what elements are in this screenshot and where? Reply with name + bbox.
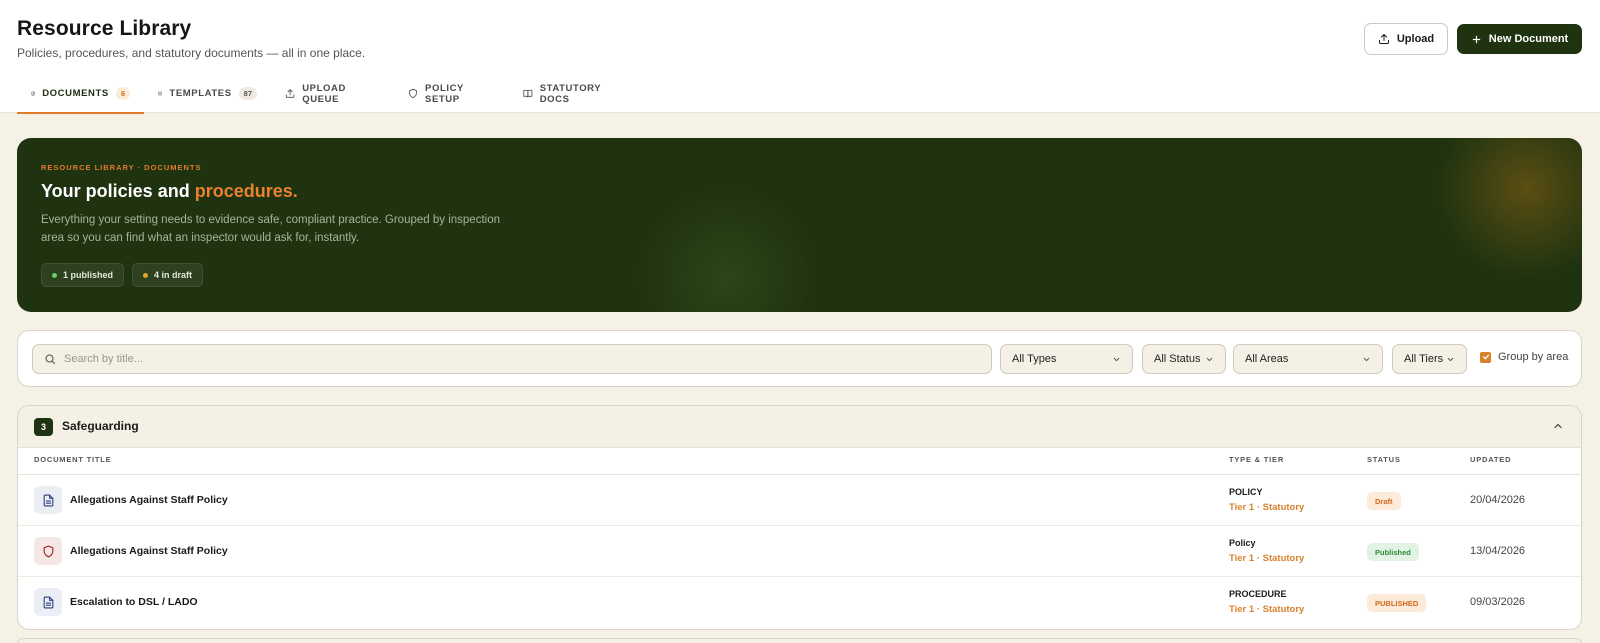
document-tier: Tier 1 · Statutory [1229,604,1305,615]
status-filter-select[interactable]: All Status [1142,344,1226,374]
document-tier: Tier 1 · Statutory [1229,502,1305,513]
tab-templates[interactable]: TEMPLATES 87 [144,80,271,113]
chevron-down-icon [1206,357,1213,361]
column-header-title[interactable]: DOCUMENT TITLE [34,455,111,464]
document-tier: Tier 1 · Statutory [1229,553,1305,564]
published-count-label: 1 published [63,270,114,280]
shield-icon [409,88,417,99]
search-input[interactable] [64,353,944,365]
tab-label: UPLOAD QUEUE [302,82,346,105]
tab-label: POLICY SETUP [425,82,464,105]
upload-icon [285,89,295,98]
book-icon [523,89,533,98]
type-filter-select[interactable]: All Types [1000,344,1133,374]
table-row[interactable]: Escalation to DSL / LADO PROCEDURE Tier … [18,577,1581,628]
shield-icon [34,537,62,565]
template-icon [158,91,163,96]
document-title[interactable]: Escalation to DSL / LADO [70,596,198,608]
updated-date: 09/03/2026 [1470,596,1526,608]
tab-policy-setup[interactable]: POLICY SETUP [394,80,509,113]
chevron-down-icon [1447,357,1454,361]
upload-button[interactable]: Upload [1364,23,1448,55]
page-header: Resource Library Policies, procedures, a… [0,0,1600,114]
upload-icon [1378,34,1389,44]
tab-label: STATUTORY DOCS [539,82,602,105]
document-icon [34,486,62,514]
upload-button-label: Upload [1396,33,1435,45]
search-icon [45,354,56,365]
group-by-area-checkbox[interactable] [1480,351,1491,363]
hero-stats: 1 published 4 in draft [41,263,204,287]
group-header[interactable]: 3 Safeguarding [18,406,1581,448]
check-icon [1482,354,1489,360]
page-title: Resource Library [17,17,192,40]
status-badge: Published [1367,543,1419,561]
search-box[interactable] [32,344,992,374]
document-icon [31,91,35,96]
page-subtitle: Policies, procedures, and statutory docu… [17,46,366,60]
table-row[interactable]: Allegations Against Staff Policy Policy … [18,526,1581,577]
tab-bar: DOCUMENTS 6 TEMPLATES 87 UPLOAD QUEUE PO… [17,80,637,114]
table-row[interactable]: Allegations Against Staff Policy POLICY … [18,475,1581,526]
updated-date: 20/04/2026 [1470,494,1526,506]
status-filter-value: All Status [1154,353,1201,365]
column-header-updated[interactable]: UPDATED [1470,455,1511,464]
column-header-type[interactable]: TYPE & TIER [1229,455,1284,464]
document-type: PROCEDURE [1229,589,1287,599]
type-filter-value: All Types [1012,353,1057,365]
tab-label: DOCUMENTS [42,88,109,99]
status-badge: PUBLISHED [1367,594,1427,612]
tab-statutory-docs[interactable]: STATUTORY DOCS [509,80,637,113]
hero-title: Your policies and procedures. [41,181,298,202]
tab-documents[interactable]: DOCUMENTS 6 [17,80,144,114]
group-by-area-label: Group by area [1498,351,1569,363]
document-group-safeguarding: 3 Safeguarding DOCUMENT TITLE TYPE & TIE… [17,405,1582,630]
new-document-button-label: New Document [1488,33,1569,45]
document-title[interactable]: Allegations Against Staff Policy [70,494,228,506]
filter-bar: All Types All Status All Areas All Tiers… [17,330,1582,387]
new-document-button[interactable]: New Document [1457,24,1582,54]
tab-count-badge: 6 [115,87,130,100]
tab-label: TEMPLATES [169,88,232,99]
status-badge: Draft [1367,492,1401,510]
group-by-area-toggle[interactable]: Group by area [1480,351,1568,363]
draft-count-pill: 4 in draft [132,263,204,287]
document-title[interactable]: Allegations Against Staff Policy [70,545,228,557]
hero-title-prefix: Your policies and [41,181,190,201]
chevron-down-icon [1363,357,1370,361]
hero-description: Everything your setting needs to evidenc… [41,214,500,244]
tier-filter-select[interactable]: All Tiers [1392,344,1467,374]
plus-icon [1472,35,1481,43]
published-dot-icon [52,272,57,278]
next-group-edge [17,638,1582,643]
chevron-down-icon [1113,357,1120,361]
document-icon [34,588,62,616]
area-filter-value: All Areas [1245,353,1289,365]
group-count-badge: 3 [34,418,53,436]
hero-banner: RESOURCE LIBRARY · DOCUMENTS Your polici… [17,138,1582,312]
chevron-up-icon[interactable] [1552,420,1564,432]
document-type: POLICY [1229,487,1263,497]
tab-upload-queue[interactable]: UPLOAD QUEUE [271,80,394,113]
published-count-pill: 1 published [41,263,125,287]
draft-dot-icon [143,272,149,278]
tab-count-badge: 87 [238,87,257,100]
hero-eyebrow: RESOURCE LIBRARY · DOCUMENTS [41,163,202,172]
group-title: Safeguarding [62,419,139,433]
draft-count-label: 4 in draft [154,270,193,280]
document-type: Policy [1229,538,1256,548]
updated-date: 13/04/2026 [1470,545,1526,557]
column-header-status[interactable]: STATUS [1367,455,1401,464]
tier-filter-value: All Tiers [1404,353,1444,365]
area-filter-select[interactable]: All Areas [1233,344,1383,374]
hero-title-accent: procedures. [194,181,298,201]
